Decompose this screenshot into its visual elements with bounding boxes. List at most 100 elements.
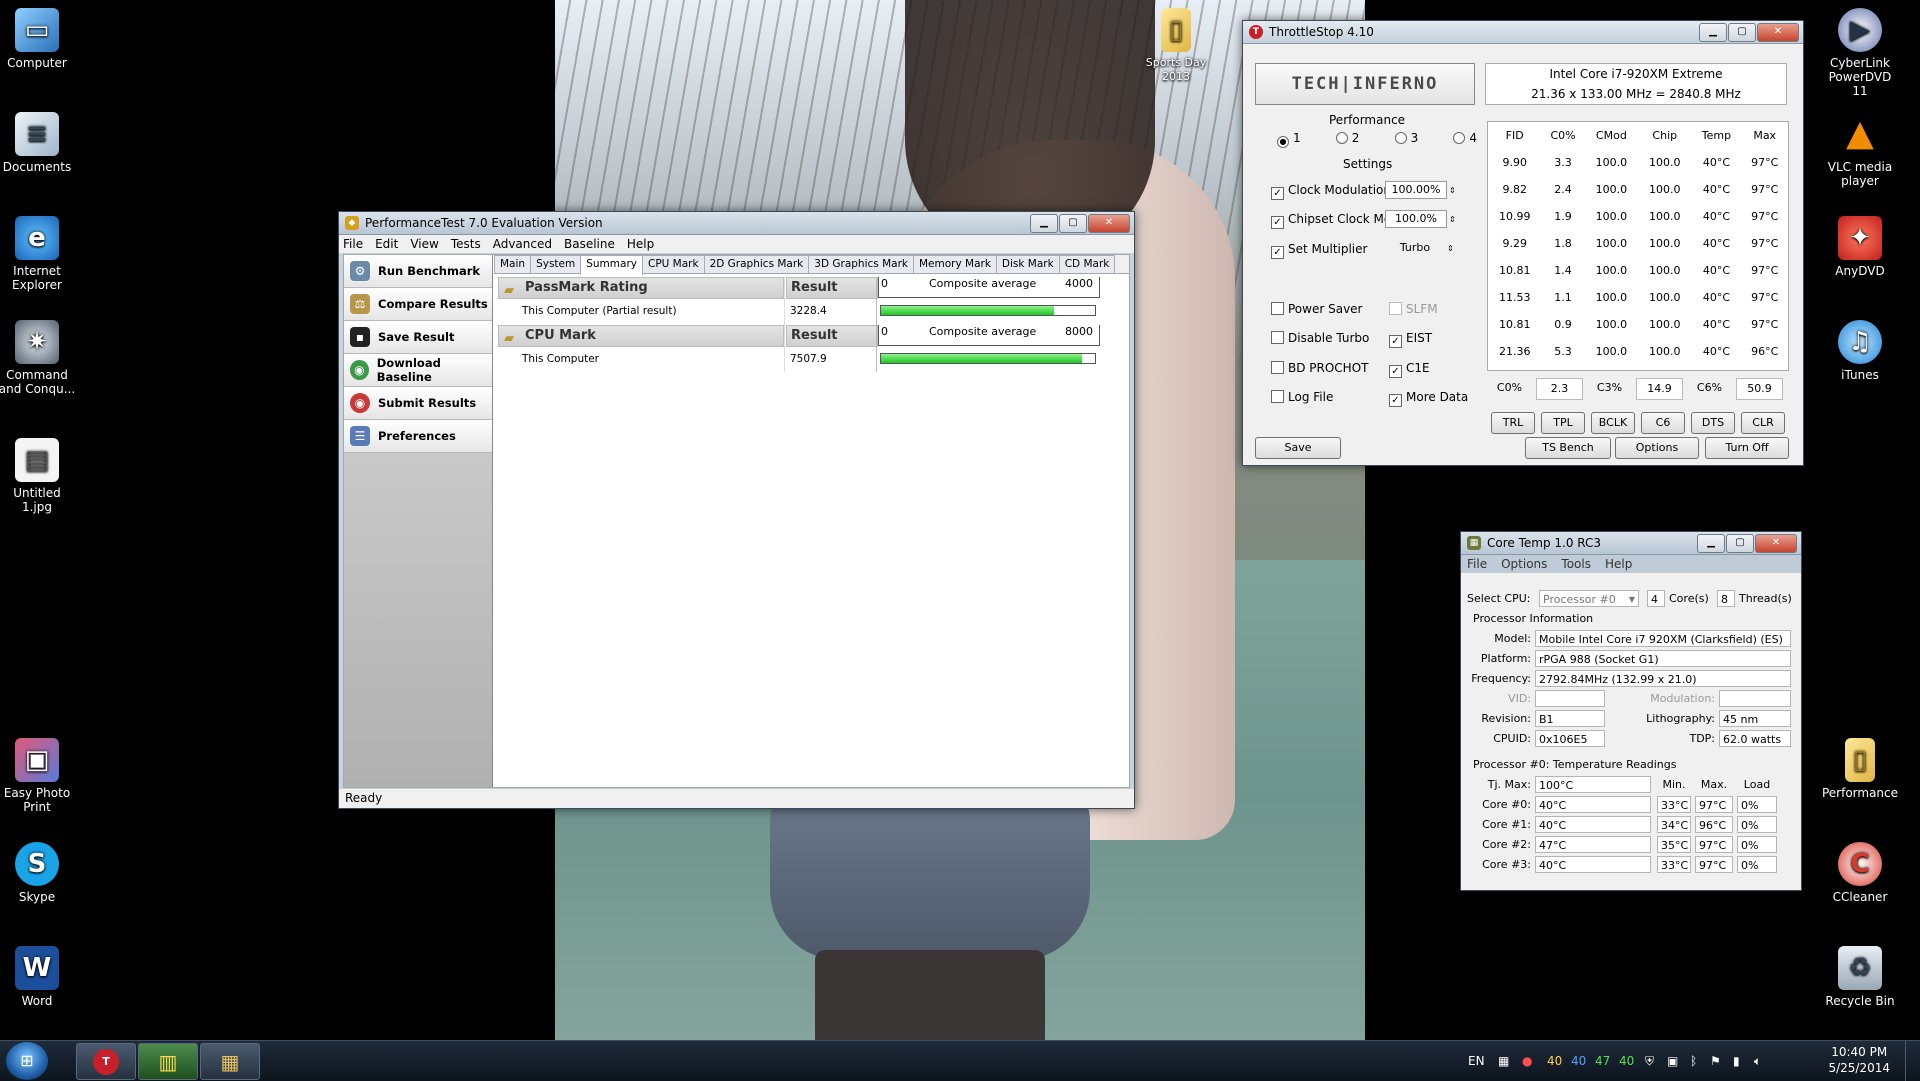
performancetest-titlebar[interactable]: ◆ PerformanceTest 7.0 Evaluation Version… [339,212,1134,235]
spinner-arrows-icon[interactable]: ⇕ [1447,244,1454,253]
taskbar-throttlestop[interactable]: T [76,1043,136,1080]
save-button[interactable]: Save [1255,437,1341,459]
passmark-this-computer-row[interactable]: This Computer (Partial result) 3228.4 [498,301,878,323]
profile-radio-3[interactable]: 3 [1394,131,1418,148]
eist-checkbox[interactable]: ✓ EIST [1389,331,1432,348]
language-indicator[interactable]: EN [1468,1041,1485,1081]
tpl-button[interactable]: TPL [1541,412,1585,434]
set-multiplier-checkbox[interactable]: ✓ Set Multiplier [1271,242,1367,259]
tab-summary[interactable]: Summary [580,255,643,275]
tray-temp-0[interactable]: 40 [1547,1041,1562,1081]
desktop-icon-powerdvd[interactable]: ▶ CyberLink PowerDVD 11 [1820,8,1900,98]
set-multiplier-value[interactable]: Turbo [1385,240,1445,256]
maximize-button[interactable]: ▢ [1728,22,1756,42]
desktop-icon-easy-photo-print[interactable]: ▣ Easy Photo Print [0,738,77,814]
device-icon[interactable]: ▣ [1667,1041,1678,1081]
tab-cpu-mark[interactable]: CPU Mark [641,255,705,273]
dts-button[interactable]: DTS [1691,412,1735,434]
desktop-icon-ccleaner[interactable]: C CCleaner [1820,842,1900,904]
trl-button[interactable]: TRL [1491,412,1535,434]
menu-tools[interactable]: Tools [1561,557,1591,571]
tab-2d-graphics-mark[interactable]: 2D Graphics Mark [703,255,810,273]
desktop-icon-command-conquer[interactable]: ✷ Command and Conqu... [0,320,77,396]
close-button[interactable]: ✕ [1757,22,1799,42]
minimize-button[interactable]: ▁ [1030,213,1058,233]
compare-results-button[interactable]: ⚖ Compare Results [344,288,492,321]
desktop-icon-performance[interactable]: ▯ Performance [1820,738,1900,800]
flag-icon[interactable]: ⚑ [1710,1041,1721,1081]
menu-help[interactable]: Help [1605,557,1632,571]
bclk-button[interactable]: BCLK [1591,412,1635,434]
bd-prochot-checkbox[interactable]: BD PROCHOT [1271,361,1368,375]
taskbar-clock[interactable]: 10:40 PM 5/25/2014 [1828,1044,1890,1076]
menu-advanced[interactable]: Advanced [493,237,552,251]
c1e-checkbox[interactable]: ✓ C1E [1389,361,1430,378]
ts-bench-button[interactable]: TS Bench [1525,437,1611,459]
desktop-icon-anydvd[interactable]: ✦ AnyDVD [1820,216,1900,278]
taskbar-coretemp[interactable]: ▦ [200,1043,260,1080]
tray-temp-2[interactable]: 47 [1595,1041,1610,1081]
c6-button[interactable]: C6 [1641,412,1685,434]
save-result-button[interactable]: ▪ Save Result [344,321,492,354]
tray-temp-1[interactable]: 40 [1571,1041,1586,1081]
tab-memory-mark[interactable]: Memory Mark [912,255,997,273]
menu-file[interactable]: File [1467,557,1487,571]
run-benchmark-button[interactable]: ⚙ Run Benchmark [344,255,492,288]
throttlestop-titlebar[interactable]: T ThrottleStop 4.10 ▁ ▢ ✕ [1243,21,1803,44]
menu-edit[interactable]: Edit [375,237,398,251]
tab-main[interactable]: Main [494,255,532,273]
maximize-button[interactable]: ▢ [1059,213,1087,233]
tab-disk-mark[interactable]: Disk Mark [995,255,1060,273]
desktop-icon-skype[interactable]: S Skype [0,842,77,904]
disable-turbo-checkbox[interactable]: Disable Turbo [1271,331,1369,345]
menu-tests[interactable]: Tests [451,237,481,251]
clr-button[interactable]: CLR [1741,412,1785,434]
menu-view[interactable]: View [410,237,438,251]
clock-modulation-value[interactable]: 100.00% [1385,181,1447,199]
tab-3d-graphics-mark[interactable]: 3D Graphics Mark [808,255,914,273]
power-saver-checkbox[interactable]: Power Saver [1271,302,1362,316]
cpu-mark-header[interactable]: ▰ CPU Mark [498,325,784,347]
desktop-icon-itunes[interactable]: ♫ iTunes [1820,320,1900,382]
tray-temp-3[interactable]: 40 [1619,1041,1634,1081]
passmark-rating-header[interactable]: ▰ PassMark Rating [498,277,784,299]
desktop-icon-computer[interactable]: ▭ Computer [0,8,77,70]
download-baseline-button[interactable]: ◉ Download Baseline [344,354,492,387]
desktop-icon-vlc[interactable]: ▲ VLC media player [1820,112,1900,189]
spinner-arrows-icon[interactable]: ⇕ [1449,186,1456,195]
tab-cd-mark[interactable]: CD Mark [1058,255,1116,273]
menu-baseline[interactable]: Baseline [564,237,615,251]
desktop-icon-documents[interactable]: ≡ Documents [0,112,77,174]
desktop-icon-word[interactable]: W Word [0,946,77,1008]
menu-file[interactable]: File [343,237,363,251]
desktop-icon-sports-day[interactable]: ▯ Sports Day 2013 [1136,8,1216,84]
tray-app-icon[interactable]: ▦ [1498,1041,1509,1081]
tab-system[interactable]: System [530,255,582,273]
turn-off-button[interactable]: Turn Off [1705,437,1789,459]
volume-icon[interactable]: 🔈︎ [1754,1041,1761,1081]
chipset-clock-mod-checkbox[interactable]: ✓ Chipset Clock Mod [1271,212,1399,229]
preferences-button[interactable]: ☰ Preferences [344,420,492,453]
taskbar-performancetest[interactable]: ▥ [138,1043,198,1080]
spinner-arrows-icon[interactable]: ⇕ [1449,215,1456,224]
desktop-icon-recycle-bin[interactable]: ♻ Recycle Bin [1820,946,1900,1008]
close-button[interactable]: ✕ [1755,533,1797,553]
chipset-clock-mod-value[interactable]: 100.0% [1385,210,1447,228]
close-button[interactable]: ✕ [1088,213,1130,233]
shield-icon[interactable]: ⛨ [1645,1041,1654,1081]
desktop-icon-ie[interactable]: e Internet Explorer [0,216,77,292]
processor-select[interactable]: Processor #0 ▼ [1539,590,1639,607]
menu-help[interactable]: Help [627,237,654,251]
profile-radio-4[interactable]: 4 [1453,131,1477,148]
profile-radio-1[interactable]: ● 1 [1277,131,1301,148]
clock-modulation-checkbox[interactable]: ✓ Clock Modulation [1271,183,1391,200]
profile-radio-2[interactable]: 2 [1335,131,1359,148]
network-icon[interactable]: ▮ [1733,1041,1740,1081]
maximize-button[interactable]: ▢ [1726,533,1754,553]
show-desktop-button[interactable] [1905,1041,1920,1081]
log-file-checkbox[interactable]: Log File [1271,390,1333,404]
minimize-button[interactable]: ▁ [1697,533,1725,553]
start-button[interactable]: ⊞ [6,1042,48,1080]
coretemp-titlebar[interactable]: ▦ Core Temp 1.0 RC3 ▁ ▢ ✕ [1461,532,1801,555]
cpu-mark-this-computer-row[interactable]: This Computer 7507.9 [498,349,878,371]
